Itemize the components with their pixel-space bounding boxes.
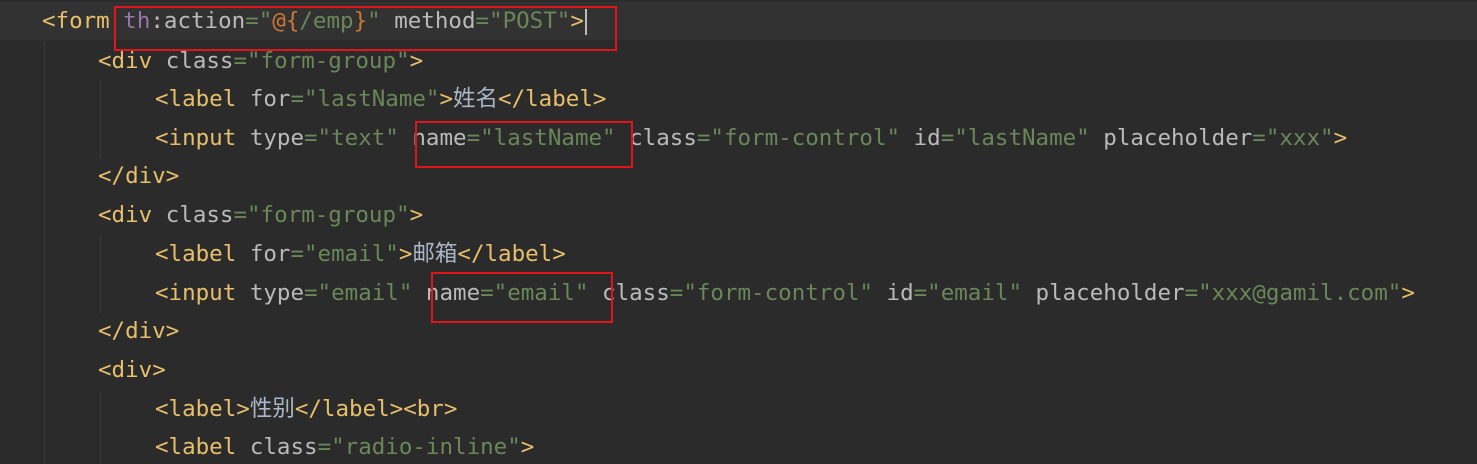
- code-token: ="lastName": [466, 125, 616, 151]
- code-token: ": [367, 8, 381, 34]
- code-token: <label: [155, 241, 237, 267]
- code-token: <input: [155, 125, 237, 151]
- code-line-label[interactable]: <label for="lastName">姓名</label>: [0, 80, 1477, 118]
- code-token: ="xxx@gamil.com": [1184, 280, 1402, 306]
- code-token: >: [1401, 280, 1415, 306]
- code-line-div-open[interactable]: <div class="form-group">: [0, 196, 1477, 234]
- code-token: name: [398, 125, 467, 151]
- code-line-label[interactable]: <label>性别</label><br>: [0, 390, 1477, 428]
- code-token: <input: [155, 280, 237, 306]
- code-token: ="form-group": [233, 48, 410, 74]
- code-text: <form th:action="@{/emp}" method="POST">: [42, 2, 587, 40]
- code-line-label[interactable]: <label class="radio-inline">: [0, 428, 1477, 464]
- code-text: </div>: [98, 312, 179, 350]
- code-token: th: [123, 8, 151, 34]
- code-token: ="email": [480, 280, 589, 306]
- code-token: <label: [155, 86, 237, 112]
- code-token: </div>: [98, 163, 180, 189]
- code-token: @{: [272, 8, 300, 34]
- code-token: placeholder: [1022, 280, 1185, 306]
- code-token: ="xxx": [1252, 125, 1334, 151]
- code-text: <label class="radio-inline">: [155, 428, 534, 464]
- code-token: ="text": [304, 125, 399, 151]
- code-token: ="email": [913, 280, 1022, 306]
- code-token: <div: [98, 48, 153, 74]
- code-token: /emp: [299, 8, 354, 34]
- code-text: <div class="form-group">: [98, 196, 423, 234]
- code-token: <form: [42, 8, 110, 34]
- code-token: ="POST": [475, 8, 571, 34]
- code-token: =": [245, 8, 273, 34]
- code-token: ="email": [290, 241, 399, 267]
- code-token: ="form-group": [233, 202, 410, 228]
- code-token: for: [236, 241, 291, 267]
- code-token: </label>: [498, 86, 607, 112]
- code-editor[interactable]: <form th:action="@{/emp}" method="POST">…: [0, 0, 1477, 464]
- code-line-form-open[interactable]: <form th:action="@{/emp}" method="POST">: [0, 2, 1477, 40]
- code-token: >: [520, 434, 535, 460]
- code-text: <label for="lastName">姓名</label>: [155, 80, 606, 118]
- code-line-label[interactable]: <label for="email">邮箱</label>: [0, 235, 1477, 273]
- code-line-input[interactable]: <input type="email" name="email" class="…: [0, 274, 1477, 312]
- code-token: </label>: [294, 396, 404, 422]
- code-token: </label>: [457, 241, 566, 267]
- code-text: <input type="text" name="lastName" class…: [155, 119, 1347, 157]
- code-token: >: [152, 357, 166, 383]
- code-token: >: [570, 8, 584, 34]
- code-token: class: [152, 48, 234, 74]
- code-token: placeholder: [1089, 125, 1253, 151]
- code-text: <label>性别</label><br>: [155, 390, 457, 428]
- code-token: method: [380, 8, 476, 34]
- code-token: ="radio-inline": [317, 434, 521, 460]
- code-token: >: [398, 241, 413, 267]
- code-token: ="lastName": [940, 125, 1090, 151]
- code-token: class: [236, 434, 318, 460]
- code-token: 邮箱: [412, 241, 458, 267]
- code-token: class: [152, 202, 234, 228]
- code-token: id: [872, 280, 914, 306]
- code-line-div-open[interactable]: <div class="form-group">: [0, 42, 1477, 80]
- code-line-div-open[interactable]: <div>: [0, 351, 1477, 389]
- code-token: <div: [98, 357, 153, 383]
- code-line-input[interactable]: <input type="text" name="lastName" class…: [0, 119, 1477, 157]
- code-token: class: [588, 280, 670, 306]
- code-token: ="form-control": [696, 125, 901, 151]
- code-token: <div: [98, 202, 153, 228]
- code-token: }: [353, 8, 368, 34]
- code-token: ="form-control": [669, 280, 873, 306]
- code-token: type: [236, 125, 305, 151]
- code-token: 姓名: [453, 86, 499, 112]
- code-token: <label: [155, 396, 237, 422]
- code-text: <div class="form-group">: [98, 42, 423, 80]
- code-token: for: [236, 86, 291, 112]
- code-token: >: [409, 202, 424, 228]
- text-caret: [584, 8, 587, 35]
- code-token: >: [1333, 125, 1348, 151]
- code-token: :action: [150, 8, 246, 34]
- code-token: class: [615, 125, 697, 151]
- code-token: ="lastName": [290, 86, 440, 112]
- code-token: >: [409, 48, 424, 74]
- code-token: <br>: [403, 396, 458, 422]
- code-token: >: [236, 396, 250, 422]
- code-token: </div>: [98, 318, 180, 344]
- code-token: type: [236, 280, 305, 306]
- code-line-div-close[interactable]: </div>: [0, 157, 1477, 195]
- code-token: name: [412, 280, 481, 306]
- code-text: <input type="email" name="email" class="…: [155, 274, 1415, 312]
- code-line-div-close[interactable]: </div>: [0, 312, 1477, 350]
- code-token: <label: [155, 434, 237, 460]
- code-token: >: [439, 86, 454, 112]
- code-token: id: [900, 125, 941, 151]
- code-text: <div>: [98, 351, 166, 389]
- code-token: 性别: [249, 396, 295, 422]
- code-text: </div>: [98, 157, 179, 195]
- code-text: <label for="email">邮箱</label>: [155, 235, 566, 273]
- code-token: ="email": [304, 280, 413, 306]
